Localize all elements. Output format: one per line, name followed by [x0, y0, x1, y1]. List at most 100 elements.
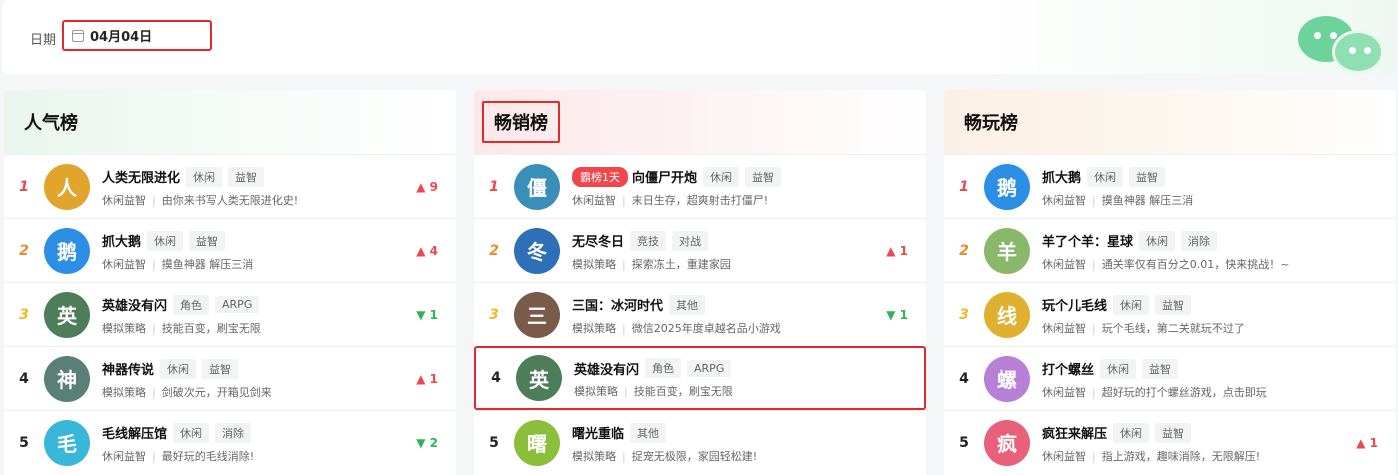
game-description: 技能百变，刷宝无限 [633, 385, 733, 398]
game-icon[interactable]: 鹅 [44, 227, 90, 274]
list-item[interactable]: 1 鹅抓大鹅 休闲 益智 休闲益智 | 摸鱼神器 解压三消 [944, 154, 1396, 218]
game-tag: 休闲 [186, 166, 223, 187]
list-item[interactable]: 4 螺打个螺丝 休闲 益智 休闲益智 | 超好玩的打个螺丝游戏，点击即玩 [944, 346, 1396, 410]
game-tag: 益智 [1142, 358, 1179, 379]
rank-change: ▲ 4 [416, 243, 438, 258]
game-name[interactable]: 英雄没有闪 [102, 295, 167, 314]
game-tag: 休闲 [1113, 294, 1150, 315]
game-tag: 角色 [645, 358, 682, 378]
rank-change: ▼ 2 [416, 435, 438, 450]
game-name[interactable]: 三国：冰河时代 [572, 295, 663, 314]
list-item[interactable]: 2 羊羊了个羊：星球 休闲 消除 休闲益智 | 通关率仅有百分之0.01，快来挑战！~ [944, 218, 1396, 282]
game-name[interactable]: 毛线解压馆 [102, 423, 167, 442]
list-item[interactable]: 5 毛毛线解压馆 休闲 消除 休闲益智 | 最好玩的毛线消除! ▼ 2 [4, 410, 456, 474]
list-item[interactable]: 2 鹅抓大鹅 休闲 益智 休闲益智 | 摸鱼神器 解压三消 ▲ 4 [4, 218, 456, 282]
game-tag: 益智 [202, 358, 239, 379]
game-name[interactable]: 向僵尸开炮 [632, 167, 697, 186]
game-name[interactable]: 抓大鹅 [1042, 167, 1081, 186]
game-description: 捉宠无极限，家园轻松建! [631, 449, 758, 463]
game-name[interactable]: 玩个儿毛线 [1042, 295, 1107, 314]
list-item[interactable]: 1 僵霸榜1天 向僵尸开炮 休闲 益智 休闲益智 | 末日生存，超爽射击打僵尸! [474, 154, 926, 218]
game-name[interactable]: 人类无限进化 [102, 167, 180, 186]
game-tag: 休闲 [703, 166, 740, 187]
game-description: 由你来书写人类无限进化史! [161, 193, 299, 207]
game-description: 超好玩的打个螺丝游戏，点击即玩 [1101, 385, 1267, 399]
divider: | [152, 385, 156, 399]
list-item[interactable]: 4 英英雄没有闪 角色 ARPG 模拟策略 | 技能百变，刷宝无限 [474, 346, 926, 410]
list-item[interactable]: 4 神神器传说 休闲 益智 模拟策略 | 剑破次元，开箱见剑来 ▲ 1 [4, 346, 456, 410]
divider: | [1092, 321, 1096, 335]
divider: | [1092, 257, 1096, 271]
rank-number: 2 [959, 242, 969, 259]
rank-number: 2 [19, 242, 29, 259]
list-item[interactable]: 5 曙曙光重临 其他 模拟策略 | 捉宠无极限，家园轻松建! [474, 410, 926, 474]
game-description: 技能百变，刷宝无限 [161, 321, 261, 335]
game-name[interactable]: 抓大鹅 [102, 231, 141, 250]
game-icon[interactable]: 英 [516, 355, 562, 401]
divider: | [152, 257, 156, 271]
list-item[interactable]: 5 疯疯狂来解压 休闲 益智 休闲益智 | 指上游戏，趣味消除，无限解压! ▲ 1 [944, 410, 1396, 474]
panel-header: 畅销榜 [474, 90, 926, 154]
rank-number: 2 [489, 242, 499, 259]
game-icon[interactable]: 冬 [514, 227, 560, 274]
list-item[interactable]: 3 三三国：冰河时代 其他 模拟策略 | 微信2025年度卓越名品小游戏 ▼ 1 [474, 282, 926, 346]
rank-number: 3 [19, 306, 29, 323]
game-tag: 对战 [672, 230, 709, 251]
filter-bar: 日期 04月04日 [2, 0, 1396, 74]
game-icon[interactable]: 僵 [514, 163, 560, 210]
game-icon[interactable]: 人 [44, 163, 90, 210]
game-icon[interactable]: 羊 [984, 227, 1030, 274]
game-info: 曙光重临 其他 模拟策略 | 捉宠无极限，家园轻松建! [572, 422, 880, 464]
divider: | [1092, 449, 1096, 463]
game-icon[interactable]: 鹅 [984, 163, 1030, 210]
game-description: 探索冻土，重建家园 [631, 257, 731, 271]
panel-title: 畅玩榜 [964, 113, 1018, 134]
game-info: 羊了个羊：星球 休闲 消除 休闲益智 | 通关率仅有百分之0.01，快来挑战！~ [1042, 230, 1350, 272]
game-icon[interactable]: 毛 [44, 419, 90, 466]
date-value: 04月04日 [90, 30, 153, 45]
game-name[interactable]: 神器传说 [102, 359, 154, 378]
game-name[interactable]: 羊了个羊：星球 [1042, 231, 1133, 250]
game-info: 霸榜1天 向僵尸开炮 休闲 益智 休闲益智 | 末日生存，超爽射击打僵尸! [572, 166, 880, 208]
game-category: 休闲益智 [1042, 321, 1086, 335]
panel-title: 人气榜 [24, 113, 78, 134]
game-icon[interactable]: 螺 [984, 355, 1030, 402]
rank-change: ▲ 9 [416, 179, 438, 194]
game-tag: 其他 [630, 422, 667, 443]
list-item[interactable]: 3 线玩个儿毛线 休闲 益智 休闲益智 | 玩个毛线，第二关就玩不过了 [944, 282, 1396, 346]
game-category: 休闲益智 [1042, 193, 1086, 207]
game-category: 休闲益智 [102, 449, 146, 463]
list-item[interactable]: 2 冬无尽冬日 竞技 对战 模拟策略 | 探索冻土，重建家园 ▲ 1 [474, 218, 926, 282]
game-name[interactable]: 英雄没有闪 [574, 359, 639, 378]
divider: | [152, 193, 156, 207]
game-description: 摸鱼神器 解压三消 [161, 257, 254, 271]
date-picker[interactable]: 04月04日 [62, 20, 212, 51]
list-item[interactable]: 3 英英雄没有闪 角色 ARPG 模拟策略 | 技能百变，刷宝无限 ▼ 1 [4, 282, 456, 346]
game-name[interactable]: 曙光重临 [572, 423, 624, 442]
game-icon[interactable]: 曙 [514, 419, 560, 466]
game-name[interactable]: 疯狂来解压 [1042, 423, 1107, 442]
game-icon[interactable]: 三 [514, 291, 560, 338]
game-name[interactable]: 打个螺丝 [1042, 359, 1094, 378]
game-icon[interactable]: 英 [44, 291, 90, 338]
game-icon[interactable]: 疯 [984, 419, 1030, 466]
game-name[interactable]: 无尽冬日 [572, 231, 624, 250]
game-tag: 益智 [189, 230, 226, 251]
calendar-icon [72, 29, 84, 42]
game-category: 模拟策略 [572, 257, 616, 271]
list-item[interactable]: 1 人人类无限进化 休闲 益智 休闲益智 | 由你来书写人类无限进化史! ▲ 9 [4, 154, 456, 218]
game-info: 抓大鹅 休闲 益智 休闲益智 | 摸鱼神器 解压三消 [1042, 166, 1350, 208]
game-tag: 休闲 [147, 230, 184, 251]
game-icon[interactable]: 神 [44, 355, 90, 402]
game-info: 疯狂来解压 休闲 益智 休闲益智 | 指上游戏，趣味消除，无限解压! [1042, 422, 1350, 464]
game-info: 毛线解压馆 休闲 消除 休闲益智 | 最好玩的毛线消除! [102, 422, 410, 464]
game-tag: 休闲 [173, 422, 210, 443]
game-info: 玩个儿毛线 休闲 益智 休闲益智 | 玩个毛线，第二关就玩不过了 [1042, 294, 1350, 336]
rank-change: ▼ 1 [886, 307, 908, 322]
rank-change: ▲ 1 [416, 371, 438, 386]
rank-number: 4 [491, 370, 501, 386]
divider: | [622, 449, 626, 463]
game-icon[interactable]: 线 [984, 291, 1030, 338]
game-description: 剑破次元，开箱见剑来 [161, 385, 272, 399]
game-category: 模拟策略 [102, 321, 146, 335]
